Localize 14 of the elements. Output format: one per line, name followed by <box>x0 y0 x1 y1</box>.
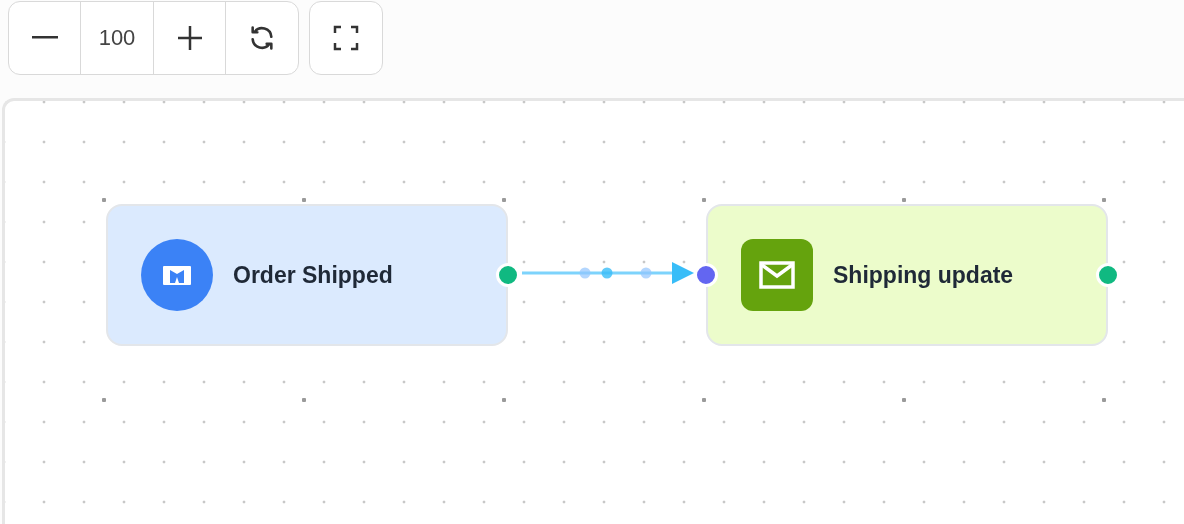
input-port[interactable] <box>694 263 718 287</box>
zoom-value: 100 <box>81 2 154 74</box>
flow-node[interactable]: Order Shipped <box>106 204 508 346</box>
box-icon <box>162 264 192 286</box>
plus-icon <box>176 25 203 51</box>
mail-icon <box>759 261 795 289</box>
output-port[interactable] <box>496 263 520 287</box>
flow-node[interactable]: Shipping update <box>706 204 1108 346</box>
refresh-icon <box>248 24 276 52</box>
node-label: Order Shipped <box>233 261 393 289</box>
output-port[interactable] <box>1096 263 1120 287</box>
node-label: Shipping update <box>833 261 1014 289</box>
minus-icon <box>31 36 58 40</box>
fullscreen-icon <box>333 25 359 51</box>
